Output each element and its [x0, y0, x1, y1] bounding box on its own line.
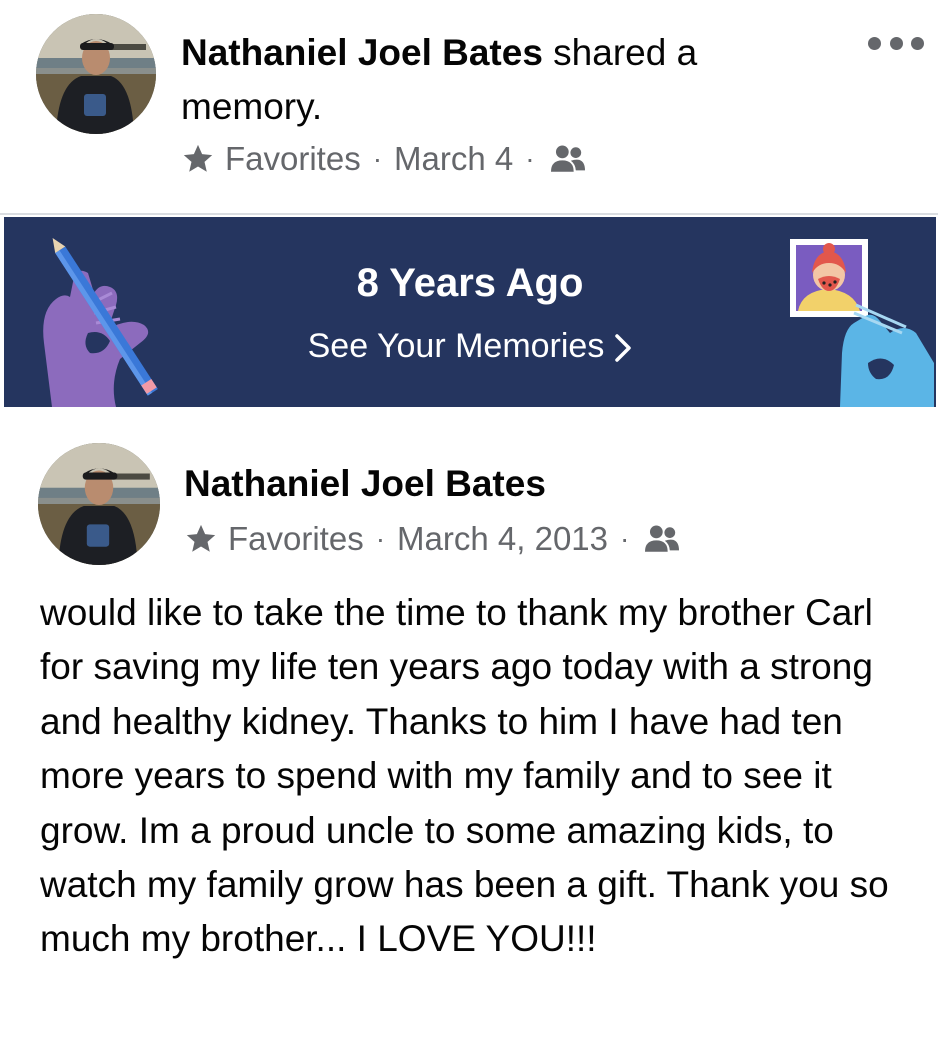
avatar[interactable] [38, 443, 160, 565]
post-text: would like to take the time to thank my … [40, 592, 889, 960]
hand-with-photo-icon [790, 239, 934, 407]
separator-dot: · [620, 523, 630, 554]
friends-icon[interactable] [549, 142, 587, 176]
separator-dot: · [375, 523, 386, 554]
audience-label[interactable]: Favorites [228, 520, 364, 558]
post-meta: Favorites · March 4, 2013 · [184, 518, 681, 560]
friends-icon[interactable] [643, 522, 681, 556]
post-date[interactable]: March 4 [394, 140, 513, 178]
post-meta: Favorites · March 4 · [181, 138, 587, 180]
separator-dot: · [372, 143, 383, 174]
share-title: Nathaniel Joel Bates shared a memory. [181, 26, 841, 134]
star-icon [186, 524, 216, 552]
shared-memory-header: Nathaniel Joel Bates shared a memory. Fa… [0, 0, 938, 214]
star-icon [183, 144, 213, 172]
post-date[interactable]: March 4, 2013 [397, 520, 608, 558]
see-memories-label[interactable]: See Your Memories [308, 327, 605, 365]
chevron-right-icon [615, 334, 632, 362]
post-author-name[interactable]: Nathaniel Joel Bates [184, 458, 546, 510]
author-name[interactable]: Nathaniel Joel Bates [181, 32, 543, 73]
audience-label[interactable]: Favorites [225, 140, 361, 178]
memories-banner[interactable]: 8 Years Ago See Your Memories [4, 217, 936, 407]
separator-dot: · [525, 143, 535, 174]
divider [0, 213, 938, 215]
avatar[interactable] [36, 14, 156, 134]
more-options-icon[interactable] [868, 28, 924, 58]
